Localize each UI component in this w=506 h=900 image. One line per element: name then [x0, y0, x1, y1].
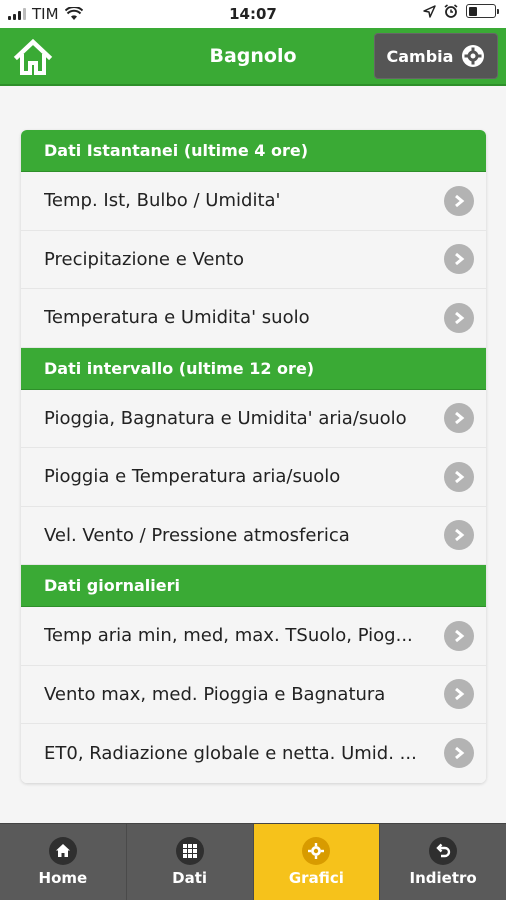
change-button-label: Cambia [386, 46, 454, 66]
list-item[interactable]: Temp. Ist, Bulbo / Umidita' [21, 172, 486, 231]
change-station-button[interactable]: Cambia [374, 33, 498, 79]
tab-indietro[interactable]: Indietro [380, 824, 506, 900]
list-item-label: Temp. Ist, Bulbo / Umidita' [44, 190, 281, 212]
chevron-right-icon [444, 244, 474, 275]
list-item-label: ET0, Radiazione globale e netta. Umid. .… [44, 742, 417, 764]
list-item[interactable]: Pioggia e Temperatura aria/suolo [21, 448, 486, 507]
section-header-interval: Dati intervallo (ultime 12 ore) [21, 347, 486, 390]
list-item[interactable]: Pioggia, Bagnatura e Umidita' aria/suolo [21, 389, 486, 448]
list-item-label: Temp aria min, med, max. TSuolo, Piog... [44, 625, 413, 647]
chart-menu: Dati Istantanei (ultime 4 ore) Temp. Ist… [21, 130, 486, 783]
battery-icon [466, 4, 499, 18]
chevron-right-icon [444, 679, 474, 710]
list-item-label: Vel. Vento / Pressione atmosferica [44, 524, 350, 546]
tab-label: Indietro [409, 869, 477, 887]
chevron-right-icon [444, 520, 474, 551]
gear-icon [302, 837, 331, 865]
location-arrow-icon [423, 4, 436, 18]
list-item[interactable]: ET0, Radiazione globale e netta. Umid. .… [21, 724, 486, 783]
chevron-right-icon [444, 403, 474, 434]
alarm-icon [444, 4, 458, 18]
chevron-right-icon [444, 620, 474, 651]
list-item[interactable]: Temp aria min, med, max. TSuolo, Piog... [21, 607, 486, 666]
home-icon [48, 837, 77, 865]
list-item-label: Precipitazione e Vento [44, 248, 244, 270]
list-item[interactable]: Precipitazione e Vento [21, 230, 486, 289]
list-item-label: Temperatura e Umidita' suolo [44, 307, 310, 329]
list-item-label: Pioggia, Bagnatura e Umidita' aria/suolo [44, 407, 407, 429]
list-item[interactable]: Vel. Vento / Pressione atmosferica [21, 506, 486, 565]
list-item[interactable]: Temperatura e Umidita' suolo [21, 289, 486, 348]
gear-icon [462, 45, 485, 67]
status-right [423, 4, 499, 18]
tab-label: Dati [172, 869, 208, 887]
status-bar: TIM 14:07 [0, 0, 506, 28]
chevron-right-icon [444, 461, 474, 492]
back-icon [429, 837, 458, 865]
list-item-label: Vento max, med. Pioggia e Bagnatura [44, 683, 386, 705]
section-header-daily: Dati giornalieri [21, 565, 486, 607]
chevron-right-icon [444, 185, 474, 216]
chevron-right-icon [444, 302, 474, 333]
chevron-right-icon [444, 738, 474, 769]
tab-label: Grafici [288, 869, 344, 887]
app-header: Bagnolo Cambia [0, 28, 506, 86]
tab-home[interactable]: Home [0, 824, 127, 900]
list-item-label: Pioggia e Temperatura aria/suolo [44, 466, 341, 488]
list-item[interactable]: Vento max, med. Pioggia e Bagnatura [21, 665, 486, 724]
tab-bar: Home Dati Grafici Indietro [0, 823, 506, 900]
section-header-instant: Dati Istantanei (ultime 4 ore) [21, 130, 486, 172]
grid-icon [175, 837, 204, 865]
tab-dati[interactable]: Dati [127, 824, 254, 900]
tab-grafici[interactable]: Grafici [253, 824, 381, 900]
tab-label: Home [38, 869, 88, 887]
